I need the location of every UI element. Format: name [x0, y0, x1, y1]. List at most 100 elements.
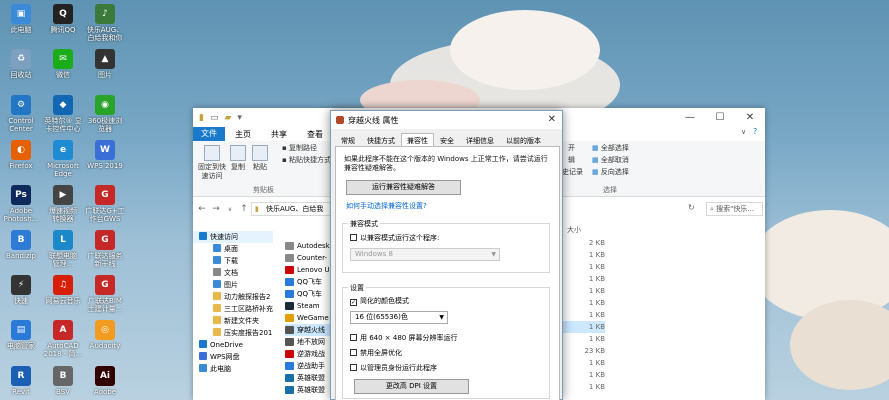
desktop-icon[interactable]: L 联想电脑 管理... — [42, 230, 84, 268]
tab-general[interactable]: 常规 — [335, 133, 361, 147]
desktop-icon[interactable]: G 广联达BIM 土建计量... — [84, 275, 126, 313]
desktop-icon[interactable]: ◎ Audacity — [84, 320, 126, 350]
tab-details[interactable]: 详细信息 — [460, 133, 500, 147]
compat-mode-checkbox[interactable]: 以兼容模式运行这个程序: — [350, 233, 439, 243]
desktop-icon[interactable]: W WPS 2019 — [84, 140, 126, 170]
troubleshoot-button[interactable]: 运行兼容性疑难解答 — [346, 180, 461, 195]
desktop-icon[interactable]: e Microsoft Edge — [42, 140, 84, 178]
paste-shortcut[interactable]: ▪ 粘贴快捷方式 — [282, 156, 331, 165]
close-icon[interactable]: ✕ — [548, 114, 556, 125]
desktop-icon[interactable]: ⚡ 快速 — [0, 275, 42, 305]
desktop-icon[interactable]: ◉ 360极速浏 览器 — [84, 95, 126, 133]
size-column-header[interactable]: 大小 — [567, 225, 581, 235]
nav-item-label: 新建文件夹 — [224, 317, 259, 325]
tab-security[interactable]: 安全 — [434, 133, 460, 147]
copy-button[interactable]: 复制 — [229, 145, 247, 172]
file-size: 1 KB — [588, 275, 605, 283]
nav-item[interactable]: 下载 — [193, 255, 273, 267]
nav-item[interactable]: 文档 — [193, 267, 273, 279]
tab-previous-versions[interactable]: 以前的版本 — [500, 133, 547, 147]
desktop-icon[interactable]: Q 腾讯QQ — [42, 4, 84, 34]
refresh-icon[interactable]: ↻ — [688, 203, 695, 212]
manual-settings-link[interactable]: 如何手动选择兼容性设置? — [346, 201, 427, 211]
reduced-color-checkbox[interactable]: ✓ 简化的颜色模式 — [350, 296, 409, 306]
forward-icon[interactable]: → — [209, 204, 223, 214]
select-none-button[interactable]: ▦ 全部取消 — [592, 156, 629, 165]
recent-locations-icon[interactable]: ∨ — [223, 206, 237, 213]
desktop-icon[interactable]: ◐ Firefox — [0, 140, 42, 170]
file-row[interactable]: 逆游戏战 — [285, 348, 335, 360]
app-icon: R — [11, 366, 31, 386]
ribbon-collapse-icon[interactable]: ∨ — [741, 128, 746, 136]
color-depth-select[interactable]: 16 位(65536)色 ▼ — [350, 311, 448, 324]
address-input[interactable]: ▮ 快乐AUG、白给我 — [251, 202, 331, 216]
desktop-icon[interactable]: ♫ 网易云音乐 — [42, 275, 84, 305]
nav-item[interactable]: 动力触探报告2 — [193, 291, 273, 303]
file-row[interactable]: Steam — [285, 300, 335, 312]
file-row[interactable]: Lenovo U — [285, 264, 335, 276]
desktop-icon[interactable]: ▣ 此电脑 — [0, 4, 42, 34]
desktop-icon[interactable]: B Bandizip — [0, 230, 42, 260]
help-icon[interactable]: ? — [753, 127, 757, 136]
desktop-icon[interactable]: ♪ 快乐AUG、 白给我和你 — [84, 4, 126, 42]
minimize-button[interactable]: — — [675, 108, 705, 127]
file-row[interactable]: QQ飞车 — [285, 288, 335, 300]
tab-compatibility[interactable]: 兼容性 — [401, 133, 434, 147]
tab-share[interactable]: 共享 — [261, 129, 297, 140]
desktop-icon[interactable]: ⚙ Control Center — [0, 95, 42, 133]
up-icon[interactable]: ↑ — [237, 204, 251, 214]
nav-item[interactable]: 新建文件夹 — [193, 315, 273, 327]
file-row[interactable]: 地不放网 — [285, 336, 335, 348]
desktop-icon[interactable]: Ai Adobe — [84, 366, 126, 396]
dropdown-icon[interactable]: ▾ — [237, 113, 242, 123]
tab-shortcut[interactable]: 快捷方式 — [361, 133, 401, 147]
desktop-icon[interactable]: A AutoCAD 2018 - 简... — [42, 320, 84, 358]
tab-file[interactable]: 文件 — [193, 127, 225, 141]
desktop-icon[interactable]: ✉ 微信 — [42, 49, 84, 79]
dialog-titlebar[interactable]: 穿越火线 属性 ✕ — [331, 111, 562, 129]
file-row[interactable]: 逆战助手 — [285, 360, 335, 372]
file-row[interactable]: Counter- — [285, 252, 335, 264]
desktop-icon[interactable]: G 广联达G+工 作台GWS — [84, 185, 126, 223]
desktop-icon[interactable]: Ps Adobe Photosh... — [0, 185, 42, 223]
copy-path[interactable]: ▪ 复制路径 — [282, 144, 317, 153]
quick-access-toolbar-icon[interactable]: ▭ — [210, 113, 219, 123]
desktop-icon[interactable]: ▶ 爆速视频 转换器 — [42, 185, 84, 223]
res640-checkbox[interactable]: 用 640 × 480 屏幕分辨率运行 — [350, 333, 458, 343]
file-row[interactable]: 英雄联盟 — [285, 372, 335, 384]
file-row[interactable]: QQ飞车 — [285, 276, 335, 288]
file-row[interactable]: WeGame — [285, 312, 335, 324]
nav-item[interactable]: 快速访问 — [193, 231, 273, 243]
file-row[interactable]: 穿越火线 — [285, 324, 335, 336]
nav-item[interactable]: 图片 — [193, 279, 273, 291]
close-button[interactable]: ✕ — [735, 108, 765, 127]
run-as-admin-checkbox[interactable]: 以管理员身份运行此程序 — [350, 363, 437, 373]
nav-item[interactable]: 此电脑 — [193, 363, 273, 375]
new-folder-icon[interactable]: ▰ — [224, 113, 231, 123]
tab-view[interactable]: 查看 — [297, 129, 333, 140]
desktop-icon[interactable]: ◆ 英特尔® 显 卡控件中心 — [42, 95, 84, 133]
nav-item[interactable]: OneDrive — [193, 339, 273, 351]
select-all-button[interactable]: ▦ 全部选择 — [592, 144, 629, 153]
nav-item[interactable]: WPS网盘 — [193, 351, 273, 363]
disable-fullscreen-checkbox[interactable]: 禁用全屏优化 — [350, 348, 402, 358]
pin-quick-access-button[interactable]: 固定到快 速访问 — [197, 145, 227, 181]
nav-item[interactable]: 压实度报告201 — [193, 327, 273, 339]
search-input[interactable]: ⌕ 搜索"快乐... — [706, 202, 763, 216]
back-icon[interactable]: ← — [195, 204, 209, 214]
nav-item[interactable]: 三工区路桥补充 — [193, 303, 273, 315]
tab-home[interactable]: 主页 — [225, 129, 261, 140]
file-row[interactable]: Autodesk — [285, 240, 335, 252]
desktop-icon[interactable]: B BSV — [42, 366, 84, 396]
desktop-icon[interactable]: G 广联达服务 新干线 — [84, 230, 126, 268]
maximize-button[interactable]: ☐ — [705, 108, 735, 127]
desktop-icon[interactable]: ♻ 回收站 — [0, 49, 42, 79]
desktop-icon[interactable]: R Revit — [0, 366, 42, 396]
nav-item[interactable]: 桌面 — [193, 243, 273, 255]
desktop-icon[interactable]: ▤ 电脑管家 — [0, 320, 42, 350]
change-dpi-button[interactable]: 更改高 DPI 设置 — [354, 379, 469, 394]
paste-button[interactable]: 粘贴 — [251, 145, 269, 172]
desktop-icon[interactable]: ▲ 图片 — [84, 49, 126, 79]
file-row[interactable]: 英雄联盟 — [285, 384, 335, 396]
invert-selection-button[interactable]: ▦ 反向选择 — [592, 168, 629, 177]
